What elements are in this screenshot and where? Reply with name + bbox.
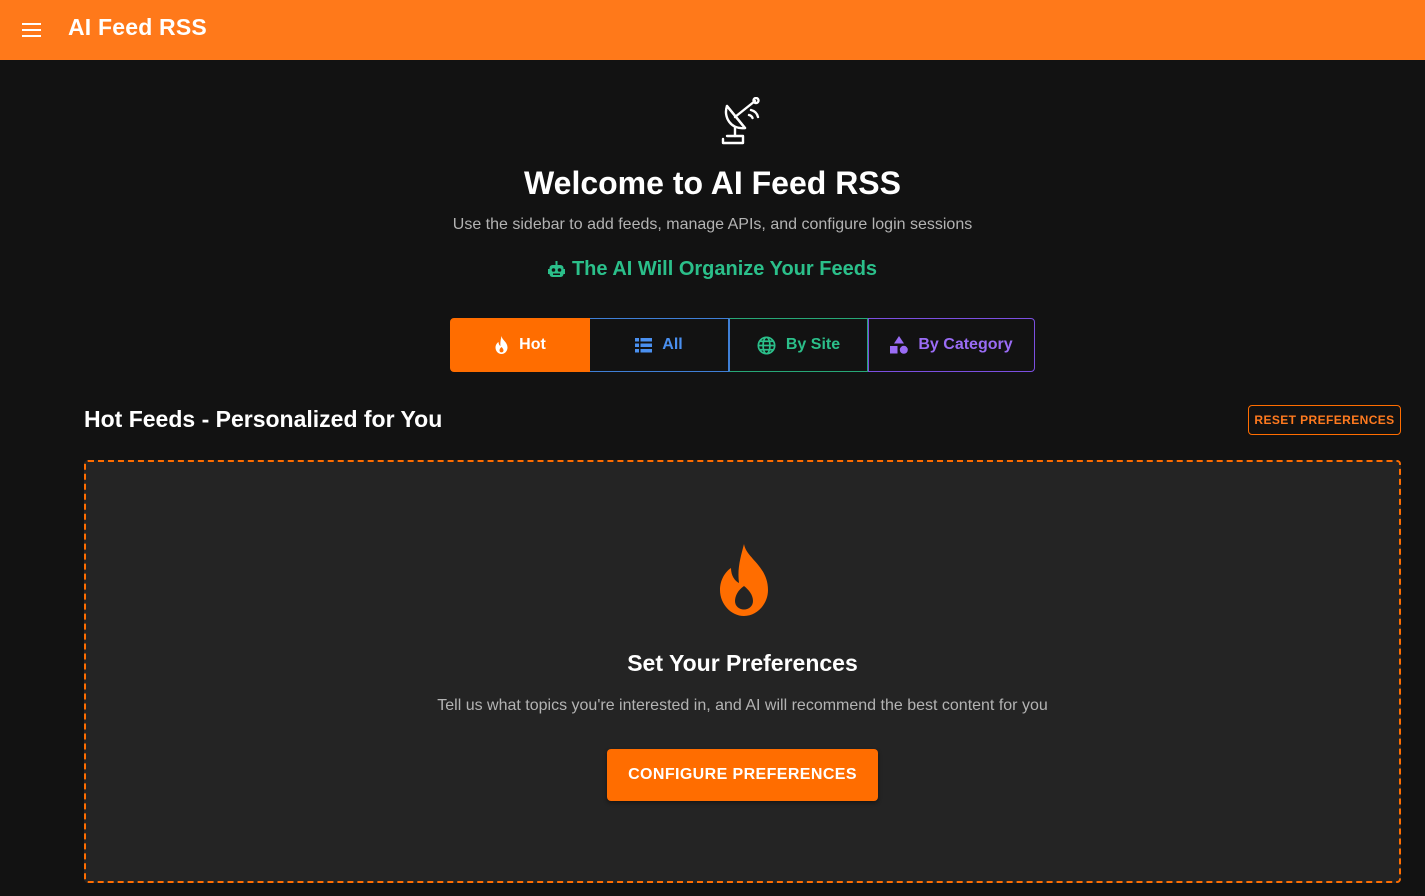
shapes-icon — [890, 336, 909, 354]
empty-state-title: Set Your Preferences — [627, 650, 858, 676]
tab-by-site[interactable]: By Site — [729, 318, 868, 372]
robot-icon — [547, 260, 565, 277]
configure-preferences-button[interactable]: CONFIGURE PREFERENCES — [607, 749, 878, 801]
fire-icon — [495, 336, 508, 354]
welcome-subtitle: Use the sidebar to add feeds, manage API… — [452, 216, 973, 233]
tab-hot-label: Hot — [519, 336, 546, 353]
view-tabs: Hot All By Site By Category — [450, 318, 1035, 372]
ai-organize-text: The AI Will Organize Your Feeds — [571, 258, 878, 280]
tab-by-category[interactable]: By Category — [868, 318, 1035, 372]
tab-by-category-label: By Category — [918, 336, 1013, 353]
satellite-dish-icon — [721, 97, 760, 145]
tab-by-site-label: By Site — [785, 336, 841, 353]
fire-icon — [720, 544, 768, 616]
app-title: AI Feed RSS — [68, 14, 207, 40]
empty-state-text: Tell us what topics you're interested in… — [437, 697, 1048, 714]
menu-icon — [22, 23, 41, 37]
tab-hot[interactable]: Hot — [450, 318, 590, 372]
menu-button[interactable] — [14, 12, 50, 48]
app-bar: AI Feed RSS — [0, 0, 1425, 60]
tab-all-label: All — [662, 336, 683, 353]
globe-icon — [757, 335, 776, 355]
section-title: Hot Feeds - Personalized for You — [84, 406, 443, 432]
tab-all[interactable]: All — [590, 318, 729, 372]
ai-organize-banner: The AI Will Organize Your Feeds — [0, 258, 1425, 281]
welcome-title: Welcome to AI Feed RSS — [524, 165, 901, 201]
preferences-empty-state: Set Your Preferences Tell us what topics… — [84, 460, 1401, 883]
reset-preferences-button[interactable]: RESET PREFERENCES — [1248, 405, 1401, 435]
list-icon — [635, 337, 653, 352]
